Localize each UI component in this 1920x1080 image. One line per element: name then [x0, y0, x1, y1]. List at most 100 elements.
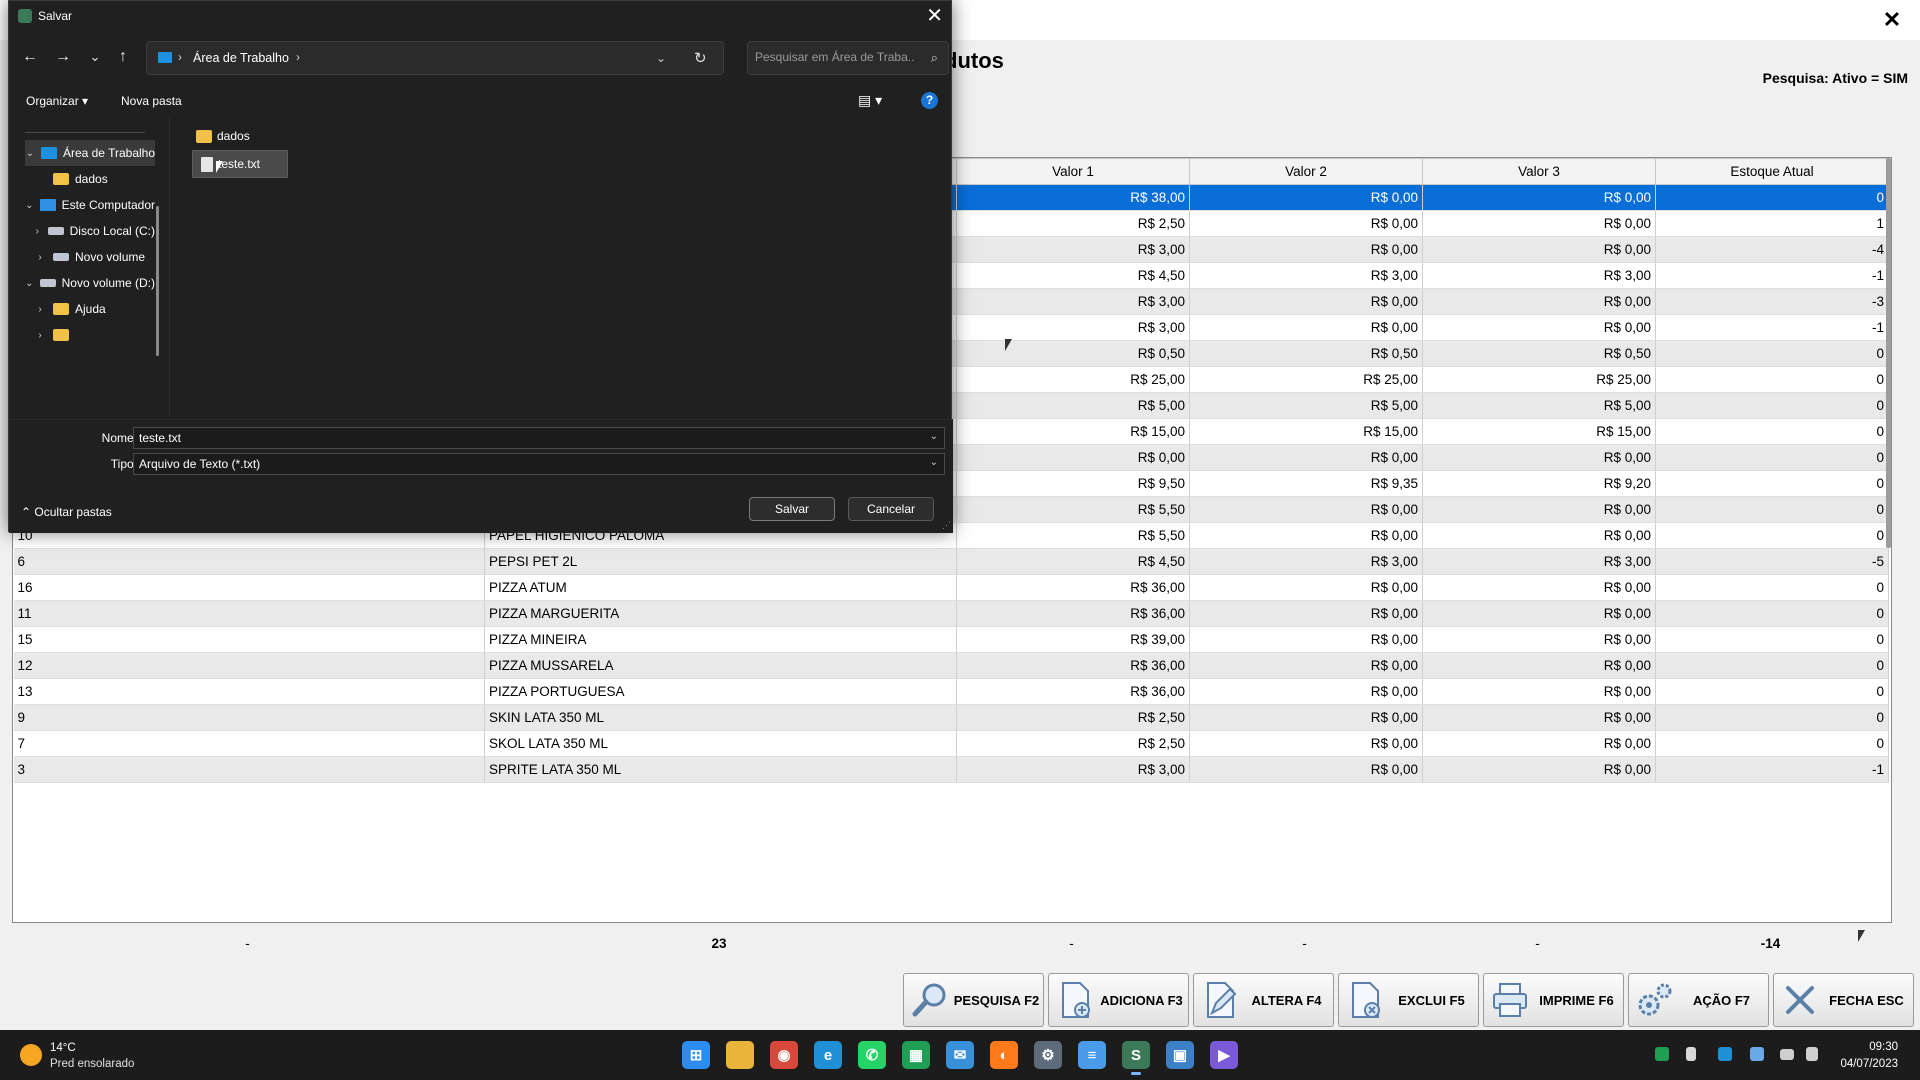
search-input[interactable] [755, 50, 915, 64]
cell-valor-1[interactable]: R$ 5,50 [956, 496, 1190, 523]
expand-chevron-icon[interactable]: ⌄ [25, 278, 34, 289]
clock-date[interactable]: 04/07/2023 [1840, 1058, 1898, 1070]
expand-chevron-icon[interactable]: ⌄ [25, 148, 35, 159]
cell-valor-1[interactable]: R$ 0,00 [956, 444, 1190, 471]
address-bar[interactable]: › Área de Trabalho › ⌄ ↻ [146, 41, 724, 75]
filename-value[interactable]: teste.txt [139, 431, 181, 445]
cell-valor-3[interactable]: R$ 0,00 [1422, 756, 1656, 783]
cell-valor-2[interactable]: R$ 0,00 [1189, 652, 1423, 679]
filetype-value[interactable]: Arquivo de Texto (*.txt) [139, 457, 260, 471]
filetype-select[interactable]: Arquivo de Texto (*.txt) ⌄ [133, 453, 945, 475]
cell-estoque[interactable]: 0 [1655, 470, 1889, 497]
notepad-icon[interactable]: ≡ [1078, 1041, 1106, 1069]
cell-valor-2[interactable]: R$ 0,00 [1189, 184, 1423, 211]
cell-valor-2[interactable]: R$ 0,00 [1189, 288, 1423, 315]
nav-item[interactable]: › [33, 322, 155, 348]
cell-valor-2[interactable]: R$ 15,00 [1189, 418, 1423, 445]
nav-item[interactable]: › Novo volume [33, 244, 155, 270]
cell-valor-1[interactable]: R$ 0,50 [956, 340, 1190, 367]
cell-valor-2[interactable]: R$ 0,00 [1189, 444, 1423, 471]
cell-valor-2[interactable]: R$ 0,00 [1189, 704, 1423, 731]
cell-valor-1[interactable]: R$ 2,50 [956, 704, 1190, 731]
cell-description[interactable]: SPRITE LATA 350 ML [484, 756, 957, 783]
column-header-valor-1[interactable]: Valor 1 [956, 158, 1190, 185]
cell-valor-1[interactable]: R$ 36,00 [956, 678, 1190, 705]
expand-chevron-icon[interactable]: › [33, 252, 47, 263]
cell-valor-3[interactable]: R$ 0,00 [1422, 496, 1656, 523]
security-icon[interactable] [1718, 1047, 1732, 1061]
cell-estoque[interactable]: -1 [1655, 756, 1889, 783]
cell-valor-3[interactable]: R$ 3,00 [1422, 262, 1656, 289]
cell-valor-3[interactable]: R$ 0,00 [1422, 184, 1656, 211]
cell-estoque[interactable]: 0 [1655, 574, 1889, 601]
cell-code[interactable]: 15 [13, 626, 485, 653]
file-explorer-icon[interactable] [726, 1041, 754, 1069]
cell-estoque[interactable]: 0 [1655, 600, 1889, 627]
cell-valor-2[interactable]: R$ 0,00 [1189, 236, 1423, 263]
cell-valor-1[interactable]: R$ 5,00 [956, 392, 1190, 419]
cell-valor-2[interactable]: R$ 0,00 [1189, 600, 1423, 627]
refresh-icon[interactable]: ↻ [694, 49, 707, 67]
grid-scrollbar[interactable] [1886, 158, 1891, 548]
nav-item[interactable]: ⌄ Novo volume (D:) [25, 270, 155, 296]
cell-valor-3[interactable]: R$ 0,00 [1422, 444, 1656, 471]
cell-valor-1[interactable]: R$ 39,00 [956, 626, 1190, 653]
cell-code[interactable]: 9 [13, 704, 485, 731]
nav-item[interactable]: ⌄ Este Computador [25, 192, 155, 218]
expand-chevron-icon[interactable]: › [33, 226, 42, 237]
cell-estoque[interactable]: 0 [1655, 184, 1889, 211]
cell-description[interactable]: SKOL LATA 350 ML [484, 730, 957, 757]
cell-valor-2[interactable]: R$ 0,00 [1189, 314, 1423, 341]
settings-icon[interactable]: ⚙ [1034, 1041, 1062, 1069]
cell-valor-3[interactable]: R$ 0,00 [1422, 314, 1656, 341]
cell-valor-1[interactable]: R$ 5,50 [956, 522, 1190, 549]
usb-icon[interactable] [1686, 1047, 1696, 1061]
clock-time[interactable]: 09:30 [1869, 1041, 1898, 1053]
column-header-valor-3[interactable]: Valor 3 [1422, 158, 1656, 185]
cell-valor-3[interactable]: R$ 0,00 [1422, 522, 1656, 549]
cell-estoque[interactable]: 0 [1655, 652, 1889, 679]
column-header-estoque-atual[interactable]: Estoque Atual [1655, 158, 1889, 185]
cell-description[interactable]: PEPSI PET 2L [484, 548, 957, 575]
cell-valor-1[interactable]: R$ 36,00 [956, 600, 1190, 627]
nav-item[interactable]: ⌄ Área de Trabalho [25, 140, 155, 166]
cell-valor-2[interactable]: R$ 0,00 [1189, 626, 1423, 653]
cell-valor-2[interactable]: R$ 0,00 [1189, 210, 1423, 237]
nav-pane-scrollbar[interactable] [156, 206, 159, 356]
cell-valor-1[interactable]: R$ 3,00 [956, 314, 1190, 341]
remote-desktop-icon[interactable]: ▣ [1166, 1041, 1194, 1069]
cell-code[interactable]: 6 [13, 548, 485, 575]
table-row[interactable]: 13 PIZZA PORTUGUESA R$ 36,00 R$ 0,00 R$ 0,00… [13, 678, 1889, 705]
search-box[interactable]: ⌕ [747, 41, 949, 75]
cell-valor-3[interactable]: R$ 0,00 [1422, 730, 1656, 757]
back-arrow-icon[interactable]: ← [19, 47, 41, 67]
nav-item[interactable]: dados [33, 166, 155, 192]
view-options-icon[interactable]: ▤ ▾ [858, 92, 882, 109]
cell-description[interactable]: PIZZA MINEIRA [484, 626, 957, 653]
cell-valor-2[interactable]: R$ 5,00 [1189, 392, 1423, 419]
weather-description[interactable]: Pred ensolarado [50, 1058, 134, 1070]
table-row[interactable]: 16 PIZZA ATUM R$ 36,00 R$ 0,00 R$ 0,00 0 [13, 574, 1889, 601]
table-row[interactable]: 3 SPRITE LATA 350 ML R$ 3,00 R$ 0,00 R$ 0,00… [13, 756, 1889, 783]
breadcrumb-location[interactable]: Área de Trabalho [193, 51, 289, 65]
cell-estoque[interactable]: 0 [1655, 522, 1889, 549]
cell-valor-3[interactable]: R$ 0,00 [1422, 652, 1656, 679]
cell-valor-3[interactable]: R$ 5,00 [1422, 392, 1656, 419]
cell-valor-1[interactable]: R$ 2,50 [956, 730, 1190, 757]
chrome-icon[interactable]: ◉ [770, 1041, 798, 1069]
weather-sun-icon[interactable] [20, 1044, 42, 1066]
app-close-button[interactable]: ✕ [1878, 6, 1906, 34]
address-dropdown-chevron-icon[interactable]: ⌄ [656, 51, 666, 65]
help-icon[interactable]: ? [921, 92, 938, 109]
cell-valor-2[interactable]: R$ 0,00 [1189, 574, 1423, 601]
cell-valor-1[interactable]: R$ 25,00 [956, 366, 1190, 393]
resize-grip-icon[interactable]: ⋰ [942, 520, 951, 531]
cell-estoque[interactable]: 0 [1655, 678, 1889, 705]
network-icon[interactable] [1780, 1049, 1794, 1060]
cell-valor-2[interactable]: R$ 0,00 [1189, 522, 1423, 549]
cell-valor-1[interactable]: R$ 38,00 [956, 184, 1190, 211]
cell-valor-3[interactable]: R$ 0,50 [1422, 340, 1656, 367]
cell-estoque[interactable]: -5 [1655, 548, 1889, 575]
column-header-valor-2[interactable]: Valor 2 [1189, 158, 1423, 185]
edge-icon[interactable]: e [814, 1041, 842, 1069]
